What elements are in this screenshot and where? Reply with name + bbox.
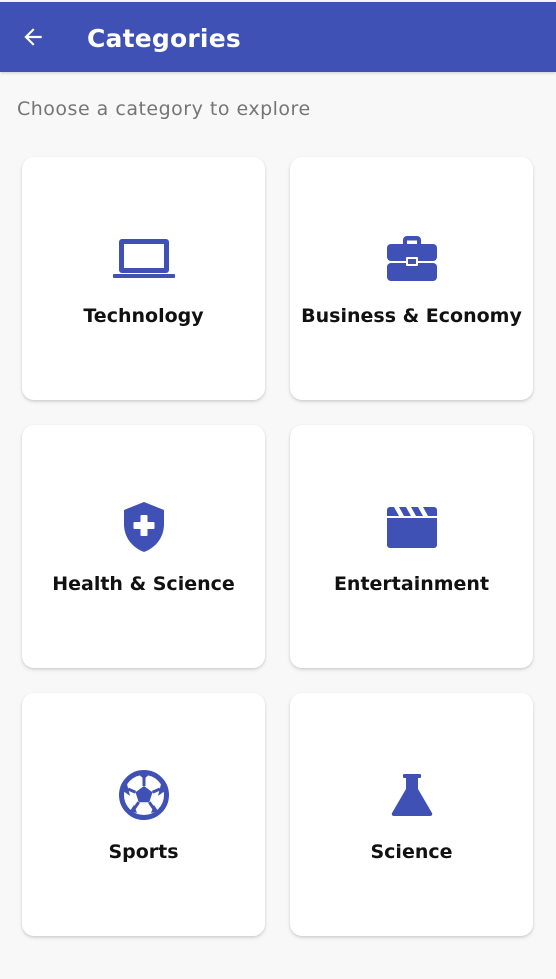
category-label: Sports — [108, 841, 179, 863]
back-button[interactable] — [12, 13, 54, 61]
category-card-business-economy[interactable]: Business & Economy — [290, 157, 533, 400]
category-card-technology[interactable]: Technology — [22, 157, 265, 400]
category-label: Science — [370, 841, 453, 863]
laptop-icon — [22, 235, 265, 283]
soccer-ball-icon — [22, 770, 265, 820]
clapperboard-icon — [290, 503, 533, 551]
arrow-back-icon — [24, 28, 42, 46]
category-label: Business & Economy — [301, 305, 522, 327]
category-card-entertainment[interactable]: Entertainment — [290, 425, 533, 668]
category-card-sports[interactable]: Sports — [22, 693, 265, 936]
category-card-health-science[interactable]: Health & Science — [22, 425, 265, 668]
health-shield-icon — [22, 502, 265, 552]
briefcase-icon — [290, 235, 533, 283]
category-card-science[interactable]: Science — [290, 693, 533, 936]
app-bar: Categories — [0, 2, 556, 72]
category-grid: Technology Business & Economy Health & S… — [22, 157, 533, 936]
category-label: Health & Science — [52, 573, 235, 595]
category-label: Technology — [83, 305, 204, 327]
category-label: Entertainment — [333, 573, 490, 595]
page-title: Categories — [87, 24, 241, 53]
flask-icon — [290, 771, 533, 819]
page-subtitle: Choose a category to explore — [17, 98, 311, 120]
